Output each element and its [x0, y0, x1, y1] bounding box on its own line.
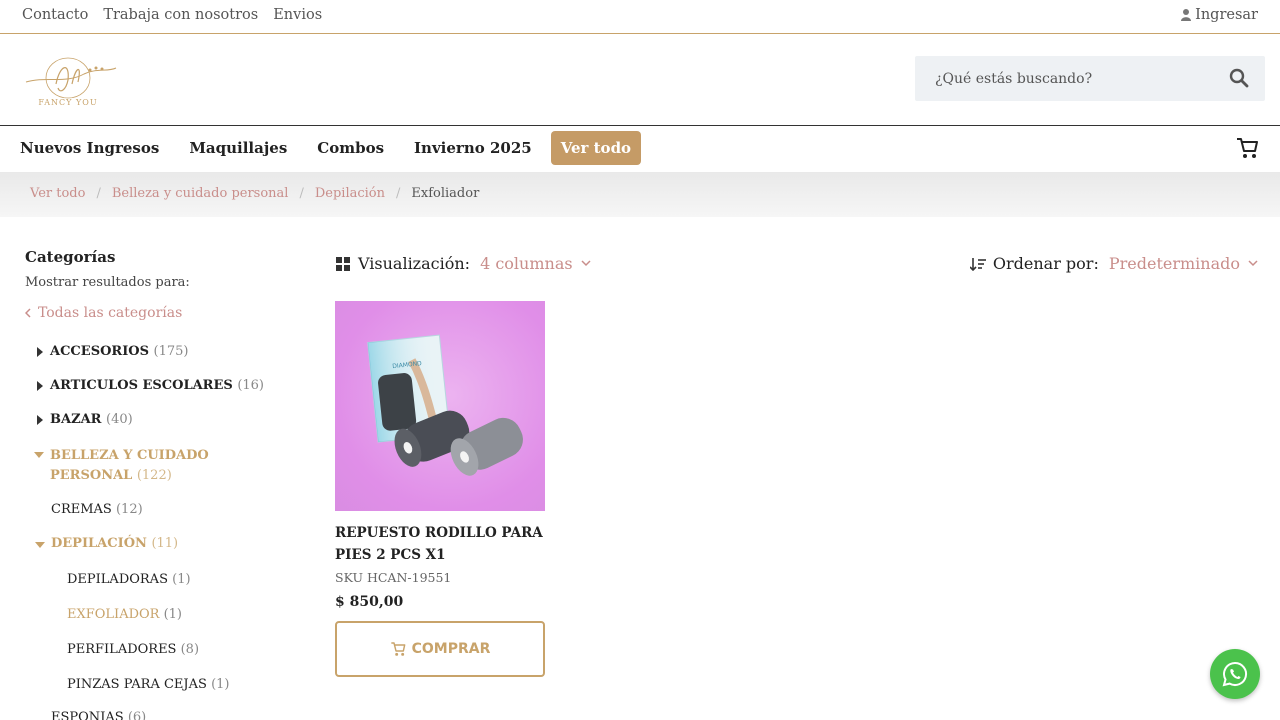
product-photo: DIAMOND [367, 334, 523, 476]
sort-selector[interactable]: Ordenar por: Predeterminado [969, 254, 1258, 273]
top-links: Contacto Trabaja con nosotros Envios [22, 7, 322, 23]
all-categories-label: Todas las categorías [38, 305, 183, 321]
view-selector[interactable]: Visualización: 4 columnas [336, 254, 591, 273]
buy-button[interactable]: COMPRAR [335, 621, 545, 677]
login-link[interactable]: Ingresar [1181, 7, 1258, 23]
grid-icon [336, 256, 350, 271]
subcategory-label: PINZAS PARA CEJAS [67, 677, 207, 692]
subcategory-label: CREMAS [51, 502, 112, 517]
search-icon[interactable] [1229, 68, 1249, 88]
caret-down-icon [35, 542, 45, 548]
breadcrumb-separator: / [96, 186, 101, 201]
breadcrumb: Ver todo / Belleza y cuidado personal / … [0, 172, 1280, 217]
caret-down-icon [34, 452, 44, 458]
subcategory-count: (1) [211, 677, 230, 692]
sidebar-subtitle: Mostrar resultados para: [25, 275, 190, 290]
subcategory-count: (12) [115, 502, 143, 517]
breadcrumb-depilacion[interactable]: Depilación [315, 186, 385, 201]
nav-maquillajes[interactable]: Maquillajes [174, 131, 302, 165]
subcategory-count: (6) [127, 710, 147, 720]
subcategory-label: DEPILACIÓN [51, 536, 147, 551]
breadcrumb-separator: / [396, 186, 401, 201]
subcategory-perfiladores[interactable]: PERFILADORES (8) [67, 642, 199, 657]
subcategory-count: (1) [172, 572, 191, 587]
user-icon [1181, 9, 1192, 21]
sort-label: Ordenar por: [992, 254, 1099, 273]
category-label: BAZAR [50, 412, 102, 427]
category-bazar[interactable]: BAZAR (40) [37, 412, 133, 427]
sort-value: Predeterminado [1108, 254, 1240, 273]
chevron-down-icon [1248, 260, 1258, 267]
subcategory-count: (1) [163, 607, 183, 622]
subcategory-pinzas-para-cejas[interactable]: PINZAS PARA CEJAS (1) [67, 677, 229, 692]
all-categories-link[interactable]: Todas las categorías [25, 305, 182, 321]
sidebar-title: Categorías [25, 248, 116, 266]
caret-right-icon [37, 415, 43, 425]
category-count: (40) [106, 412, 133, 427]
whatsapp-button[interactable] [1210, 649, 1260, 699]
subcategory-depilacion[interactable]: DEPILACIÓN (11) [35, 536, 179, 551]
top-bar: Contacto Trabaja con nosotros Envios Ing… [0, 0, 1280, 34]
subcategory-label: EXFOLIADOR [67, 607, 160, 622]
category-label: ARTICULOS ESCOLARES [50, 378, 233, 393]
subcategory-label: DEPILADORAS [67, 572, 168, 587]
breadcrumb-belleza[interactable]: Belleza y cuidado personal [112, 186, 289, 201]
nav-combos[interactable]: Combos [302, 131, 399, 165]
category-label: ACCESORIOS [50, 344, 149, 359]
caret-right-icon [37, 347, 43, 357]
category-count: (16) [237, 378, 264, 393]
subcategory-esponjas[interactable]: ESPONJAS (6) [51, 710, 146, 720]
product-price: $ 850,00 [335, 594, 404, 610]
nav-nuevos-ingresos[interactable]: Nuevos Ingresos [20, 131, 174, 165]
subcategory-label: PERFILADORES [67, 642, 177, 657]
chevron-down-icon [581, 260, 591, 267]
breadcrumb-current: Exfoliador [411, 186, 480, 201]
category-accesorios[interactable]: ACCESORIOS (175) [37, 344, 189, 359]
category-belleza-cuidado-personal[interactable]: BELLEZA Y CUIDADO PERSONAL (122) [34, 446, 290, 486]
contacto-link[interactable]: Contacto [22, 7, 88, 23]
product-name[interactable]: REPUESTO RODILLO PARA PIES 2 PCS X1 [335, 522, 545, 566]
breadcrumb-separator: / [299, 186, 304, 201]
product-card: DIAMOND REPUESTO RODILLO PARA PIES 2 PCS… [335, 301, 545, 677]
view-value: 4 columnas [480, 254, 573, 273]
category-articulos-escolares[interactable]: ARTICULOS ESCOLARES (16) [37, 378, 264, 393]
whatsapp-icon [1222, 661, 1247, 687]
cart-icon[interactable] [1236, 136, 1258, 160]
product-image[interactable]: DIAMOND [335, 301, 545, 511]
subcategory-depiladoras[interactable]: DEPILADORAS (1) [67, 572, 191, 587]
subcategory-count: (11) [151, 536, 179, 551]
product-sku: SKU HCAN-19551 [335, 570, 452, 585]
header: FANCY YOU [0, 34, 1280, 126]
sort-icon [969, 257, 986, 271]
category-label: BELLEZA Y CUIDADO PERSONAL [50, 448, 209, 483]
buy-label: COMPRAR [411, 641, 491, 657]
login-label: Ingresar [1195, 7, 1258, 23]
logo-mark: FANCY YOU [25, 57, 117, 107]
envios-link[interactable]: Envios [273, 7, 322, 23]
trabaja-link[interactable]: Trabaja con nosotros [103, 7, 258, 23]
subcategory-count: (8) [180, 642, 200, 657]
category-sidebar: Categorías Mostrar resultados para: Toda… [25, 248, 285, 720]
caret-right-icon [37, 381, 43, 391]
main-nav: Nuevos Ingresos Maquillajes Combos Invie… [0, 126, 1280, 172]
category-count: (175) [153, 344, 189, 359]
view-label: Visualización: [358, 254, 471, 273]
nav-ver-todo-button[interactable]: Ver todo [550, 131, 642, 165]
cart-icon [390, 642, 406, 656]
search-input[interactable] [915, 56, 1215, 101]
breadcrumb-ver-todo[interactable]: Ver todo [30, 186, 85, 201]
logo-text: FANCY YOU [38, 98, 97, 107]
subcategory-exfoliador[interactable]: EXFOLIADOR (1) [67, 607, 182, 622]
subcategory-label: ESPONJAS [51, 710, 124, 720]
store-logo[interactable]: FANCY YOU [16, 54, 120, 110]
nav-invierno-2025[interactable]: Invierno 2025 [399, 131, 547, 165]
category-count: (122) [136, 468, 172, 483]
search-box [915, 56, 1265, 101]
subcategory-cremas[interactable]: CREMAS (12) [51, 502, 143, 517]
chevron-left-icon [25, 308, 31, 318]
